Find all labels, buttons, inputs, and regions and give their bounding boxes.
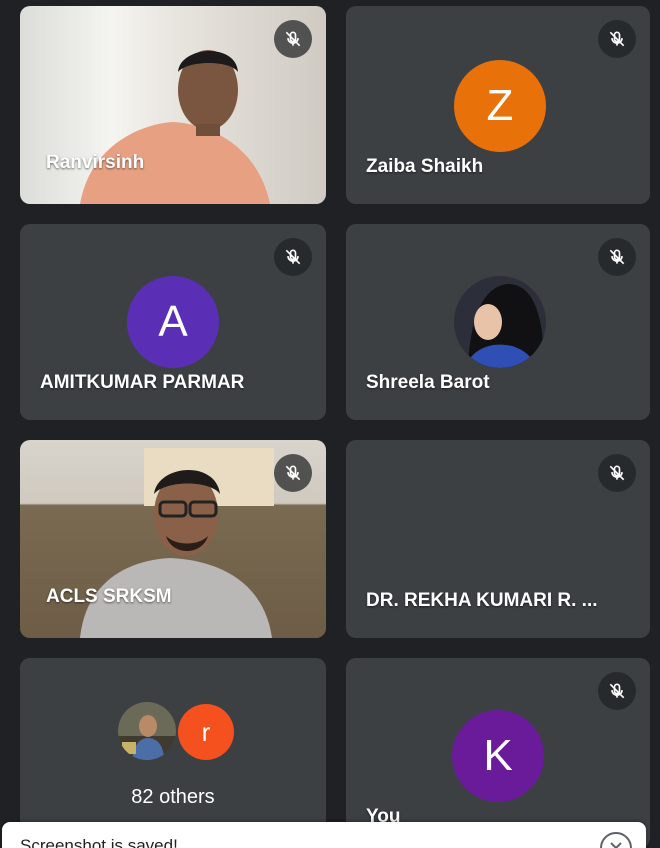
- muted-mic-icon: [274, 20, 312, 58]
- participant-tile-zaiba-shaikh[interactable]: Z Zaiba Shaikh: [346, 6, 650, 204]
- muted-mic-icon: [598, 454, 636, 492]
- participant-name: Shreela Barot: [366, 372, 490, 393]
- muted-mic-icon: [598, 20, 636, 58]
- toast-message: Screenshot is saved!: [20, 836, 178, 848]
- participant-tile-others[interactable]: r 82 others: [20, 658, 326, 848]
- participant-name: DR. REKHA KUMARI R. ...: [366, 590, 598, 611]
- participant-tile-acls-srksm[interactable]: ACLS SRKSM: [20, 440, 326, 638]
- participant-name: Ranvirsinh: [46, 152, 145, 173]
- participant-tile-shreela-barot[interactable]: Shreela Barot: [346, 224, 650, 420]
- avatar: Z: [454, 60, 546, 152]
- muted-mic-icon: [274, 454, 312, 492]
- muted-mic-icon: [598, 672, 636, 710]
- muted-mic-icon: [598, 238, 636, 276]
- avatar-photo: [118, 702, 176, 760]
- close-icon[interactable]: [600, 832, 632, 848]
- participant-name: Zaiba Shaikh: [366, 156, 484, 177]
- avatar-photo: [454, 276, 546, 368]
- participant-tile-dr-rekha-kumari[interactable]: DR. REKHA KUMARI R. ...: [346, 440, 650, 638]
- participant-tile-ranvirsinh[interactable]: Ranvirsinh: [20, 6, 326, 204]
- participant-tile-you[interactable]: K You: [346, 658, 650, 848]
- participant-tile-amitkumar-parmar[interactable]: A AMITKUMAR PARMAR: [20, 224, 326, 420]
- screenshot-toast: Screenshot is saved!: [2, 822, 646, 848]
- muted-mic-icon: [274, 238, 312, 276]
- meeting-grid: Ranvirsinh Z Zaiba Shaikh A AMITKUMAR PA…: [0, 0, 660, 848]
- avatar: r: [178, 704, 234, 760]
- avatar: K: [452, 710, 544, 802]
- participant-count: 82 others: [131, 786, 215, 808]
- participant-name: AMITKUMAR PARMAR: [40, 372, 245, 393]
- participant-name: ACLS SRKSM: [46, 586, 172, 607]
- avatar: A: [127, 276, 219, 368]
